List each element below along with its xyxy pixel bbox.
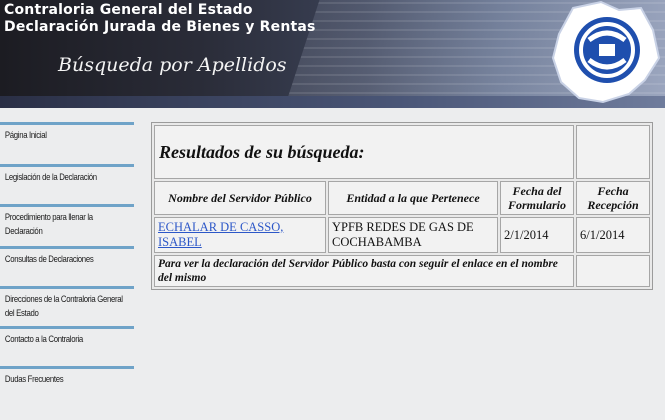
header-banner: Contraloria General del Estado Declaraci… [0, 0, 665, 108]
sidebar-item-label: Contacto a la Contraloria [4, 334, 83, 345]
sidebar-item-procedimiento[interactable]: Procedimiento para llenar la Declaración [0, 204, 134, 239]
sidebar-nav: Página Inicial Legislación de la Declara… [0, 108, 140, 420]
sidebar-item-legislacion[interactable]: Legislación de la Declaración [0, 164, 134, 185]
column-header-entidad: Entidad a la que Pertenece [328, 181, 498, 215]
sidebar-item-label: Dudas Frecuentes [4, 374, 64, 385]
column-header-nombre: Nombre del Servidor Público [154, 181, 326, 215]
cell-fecha-formulario: 2/1/2014 [500, 217, 574, 253]
sidebar-item-label: Legislación de la Declaración [4, 172, 97, 183]
results-note: Para ver la declaración del Servidor Púb… [154, 255, 574, 287]
column-header-fecha-recepcion: Fecha Recepción [576, 181, 650, 215]
sidebar-item-label: Procedimiento para llenar la Declaración [4, 212, 93, 237]
table-row: ECHALAR DE CASSO, ISABEL YPFB REDES DE G… [154, 217, 650, 253]
cge-logo-icon [551, 0, 661, 104]
column-header-fecha-formulario: Fecha del Formulario [500, 181, 574, 215]
empty-cell [576, 255, 650, 287]
sidebar-item-label: Consultas de Declaraciones [4, 254, 94, 265]
sidebar-item-label: Direcciones de la Contraloria General de… [4, 294, 123, 319]
sidebar-item-label: Página Inicial [4, 130, 47, 141]
sidebar-item-direcciones[interactable]: Direcciones de la Contraloria General de… [0, 286, 134, 321]
results-heading: Resultados de su búsqueda: [154, 125, 574, 179]
org-title: Contraloria General del Estado [4, 2, 253, 18]
cell-nombre: ECHALAR DE CASSO, ISABEL [154, 217, 326, 253]
cell-fecha-recepcion: 6/1/2014 [576, 217, 650, 253]
sidebar-item-pagina-inicial[interactable]: Página Inicial [0, 122, 134, 143]
system-title: Declaración Jurada de Bienes y Rentas [4, 19, 316, 35]
results-table: Resultados de su búsqueda: Nombre del Se… [151, 122, 653, 290]
cell-entidad: YPFB REDES DE GAS DE COCHABAMBA [328, 217, 498, 253]
sidebar-item-consultas[interactable]: Consultas de Declaraciones [0, 246, 134, 267]
sidebar-item-contacto[interactable]: Contacto a la Contraloria [0, 326, 134, 347]
sidebar-item-dudas[interactable]: Dudas Frecuentes [0, 366, 134, 387]
servidor-link[interactable]: ECHALAR DE CASSO, ISABEL [158, 220, 283, 249]
page-subtitle: Búsqueda por Apellidos [58, 54, 287, 76]
empty-cell [576, 125, 650, 179]
